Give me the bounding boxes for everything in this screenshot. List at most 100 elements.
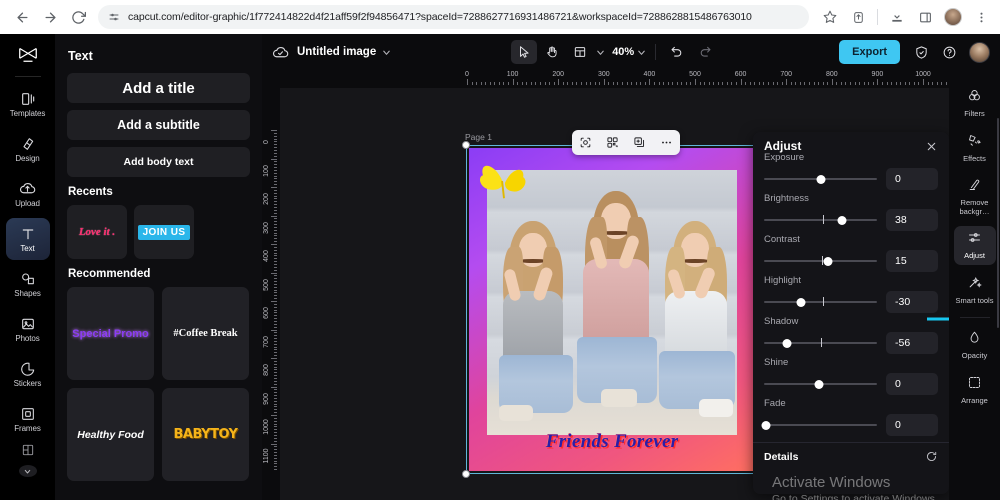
recent-text-item[interactable]: Love it .: [67, 205, 127, 259]
ruler-tick-h: [786, 79, 788, 85]
ruler-tick-h: [599, 82, 601, 85]
chevron-down-icon[interactable]: [381, 47, 392, 58]
right-item-smart-tools[interactable]: Smart tools: [954, 271, 996, 310]
adjust-slider[interactable]: [761, 418, 877, 432]
sidebar-item-photos[interactable]: Photos: [6, 308, 50, 350]
adjust-slider[interactable]: [764, 377, 877, 391]
capcut-logo-icon[interactable]: [13, 42, 43, 70]
profile-avatar[interactable]: [940, 4, 966, 30]
sidebar-item-upload[interactable]: Upload: [6, 173, 50, 215]
right-rail-scrollbar[interactable]: [997, 118, 999, 328]
adjust-value-field[interactable]: 0: [886, 373, 938, 395]
reload-button[interactable]: [64, 3, 92, 31]
slider-knob[interactable]: [814, 379, 824, 389]
adjust-value-field[interactable]: 15: [886, 250, 938, 272]
recent-text-item[interactable]: JOIN US: [134, 205, 194, 259]
export-button[interactable]: Export: [839, 40, 901, 64]
hand-tool-button[interactable]: [539, 40, 565, 64]
ruler-tick-h: [585, 82, 587, 85]
add-title-button[interactable]: Add a title: [67, 73, 250, 103]
duplicate-icon[interactable]: [630, 133, 650, 153]
reset-icon[interactable]: [925, 450, 938, 463]
adjust-value-field[interactable]: 0: [886, 168, 938, 190]
right-item-arrange[interactable]: Arrange: [954, 371, 996, 410]
user-avatar[interactable]: [969, 41, 991, 63]
side-panel-icon[interactable]: [912, 4, 938, 30]
document-title[interactable]: Untitled image: [297, 46, 376, 58]
download-icon[interactable]: [884, 4, 910, 30]
help-circle-icon[interactable]: [936, 40, 962, 64]
redo-button[interactable]: [692, 40, 718, 64]
sidebar-more-button[interactable]: [6, 443, 50, 477]
more-options-icon[interactable]: [657, 133, 677, 153]
close-icon[interactable]: [925, 140, 938, 153]
address-bar[interactable]: capcut.com/editor-graphic/1f772414822d4f…: [98, 5, 809, 29]
recommended-text-item[interactable]: Healthy Food: [67, 388, 154, 481]
adjust-slider[interactable]: [764, 213, 877, 227]
ruler-tick-v: [274, 261, 277, 263]
ruler-tick-h: [836, 82, 838, 85]
shield-icon[interactable]: [908, 40, 934, 64]
right-item-effects[interactable]: Effects: [954, 129, 996, 168]
right-item-remove-background[interactable]: Remove backgr…: [954, 173, 996, 220]
cutout-icon[interactable]: [576, 133, 596, 153]
right-item-label: Adjust: [964, 251, 985, 260]
slider-knob[interactable]: [837, 215, 847, 225]
ruler-tick-v: [274, 172, 277, 174]
adjust-slider[interactable]: [764, 336, 877, 350]
share-icon[interactable]: [845, 4, 871, 30]
ruler-tick-v: [274, 269, 277, 271]
sidebar-item-label: Text: [20, 243, 35, 253]
adjust-slider[interactable]: [764, 172, 877, 186]
layout-tool-button[interactable]: [567, 40, 593, 64]
ruler-tick-v: [274, 155, 277, 157]
kebab-menu-icon[interactable]: [968, 4, 994, 30]
add-body-text-button[interactable]: Add body text: [67, 147, 250, 177]
ruler-tick-h: [644, 82, 646, 85]
right-item-filters[interactable]: Filters: [954, 84, 996, 123]
star-icon[interactable]: [817, 4, 843, 30]
right-item-opacity[interactable]: Opacity: [954, 326, 996, 365]
ruler-label-v: 400: [263, 250, 270, 262]
sidebar-item-shapes[interactable]: Shapes: [6, 263, 50, 305]
zoom-level[interactable]: 40%: [612, 46, 634, 58]
zoom-chevron-down-icon[interactable]: [636, 47, 647, 58]
object-float-toolbar[interactable]: [572, 130, 680, 155]
site-settings-icon[interactable]: [108, 11, 120, 23]
forward-button[interactable]: [36, 3, 64, 31]
sidebar-item-design[interactable]: Design: [6, 128, 50, 170]
undo-button[interactable]: [664, 40, 690, 64]
artboard[interactable]: Friends Forever: [469, 148, 755, 471]
adjust-slider[interactable]: [764, 295, 877, 309]
adjust-control: -30: [764, 291, 938, 313]
adjust-value-field[interactable]: 38: [886, 209, 938, 231]
adjust-value-field[interactable]: -30: [886, 291, 938, 313]
sidebar-item-text[interactable]: Text: [5, 218, 50, 260]
ruler-tick-h: [699, 82, 701, 85]
ruler-tick-h: [904, 82, 906, 85]
ruler-tick-v: [274, 303, 277, 305]
adjust-value-field[interactable]: 0: [886, 414, 938, 436]
ruler-tick-v: [274, 201, 277, 203]
slider-knob[interactable]: [823, 256, 833, 266]
details-row[interactable]: Details: [753, 443, 949, 463]
slider-knob[interactable]: [782, 338, 792, 348]
recommended-text-item[interactable]: Special Promo: [67, 287, 154, 380]
slider-knob[interactable]: [816, 174, 825, 184]
adjust-slider[interactable]: [764, 254, 877, 268]
recommended-text-item[interactable]: #Coffee Break: [162, 287, 249, 380]
slider-knob[interactable]: [796, 297, 806, 307]
layout-chevron-down-icon[interactable]: [595, 47, 606, 58]
cursor-tool-button[interactable]: [511, 40, 538, 64]
back-button[interactable]: [8, 3, 36, 31]
sidebar-item-templates[interactable]: Templates: [6, 83, 50, 125]
add-subtitle-button[interactable]: Add a subtitle: [67, 110, 250, 140]
sidebar-item-frames[interactable]: Frames: [6, 398, 50, 440]
sidebar-item-stickers[interactable]: Stickers: [6, 353, 50, 395]
right-item-adjust[interactable]: Adjust: [953, 226, 996, 265]
chevron-down-icon[interactable]: [18, 465, 37, 477]
qr-code-icon[interactable]: [603, 133, 623, 153]
recommended-text-item[interactable]: BABYTOY: [162, 388, 249, 481]
adjust-value-field[interactable]: -56: [886, 332, 938, 354]
slider-knob[interactable]: [761, 420, 771, 430]
